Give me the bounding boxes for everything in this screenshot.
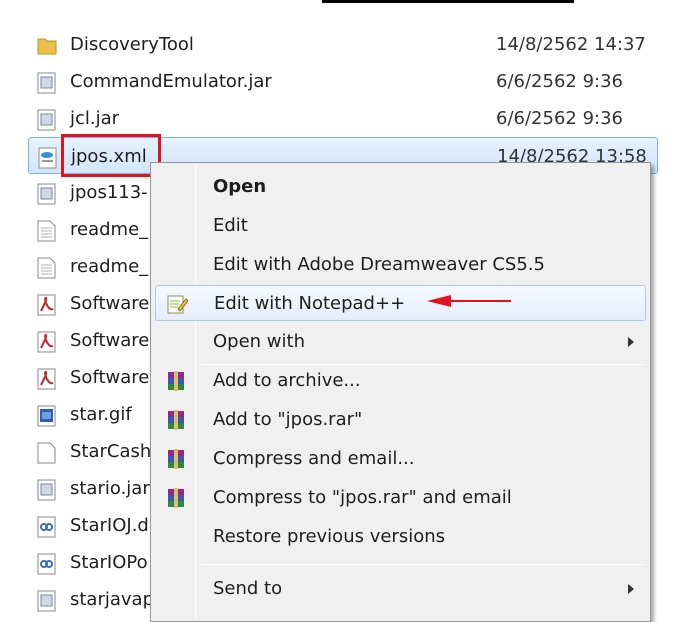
dll-file-icon bbox=[37, 516, 56, 538]
blank-file-icon bbox=[37, 442, 56, 464]
winrar-icon bbox=[168, 410, 184, 430]
text-file-icon bbox=[37, 220, 56, 242]
menu-item-add-to-jpos-rar[interactable]: Add to "jpos.rar" bbox=[155, 402, 646, 438]
submenu-arrow-icon bbox=[628, 337, 634, 347]
file-name: Software bbox=[70, 367, 150, 388]
file-name: StarIOJ.d bbox=[70, 515, 149, 536]
image-file-icon bbox=[37, 405, 56, 427]
menu-item-add-to-archive[interactable]: Add to archive... bbox=[155, 363, 646, 399]
file-date: 6/6/2562 9:36 bbox=[496, 71, 623, 92]
file-name: starjavap bbox=[70, 589, 155, 610]
winrar-icon bbox=[168, 371, 184, 391]
menu-item-open[interactable]: Open bbox=[155, 169, 646, 205]
menu-separator bbox=[201, 564, 646, 565]
menu-item-restore-previous-versions[interactable]: Restore previous versions bbox=[155, 519, 646, 555]
dll-file-icon bbox=[37, 553, 56, 575]
file-name: StarIOPo bbox=[70, 552, 148, 573]
file-row-commandemulator[interactable]: CommandEmulator.jar 6/6/2562 9:36 bbox=[28, 63, 658, 100]
jar-file-icon bbox=[37, 72, 56, 94]
file-name: star.gif bbox=[70, 404, 132, 425]
file-name: DiscoveryTool bbox=[70, 34, 194, 55]
menu-item-open-with[interactable]: Open with bbox=[155, 324, 646, 360]
text-file-icon bbox=[37, 257, 56, 279]
winrar-icon bbox=[168, 488, 184, 508]
menu-item-edit[interactable]: Edit bbox=[155, 208, 646, 244]
context-menu: Open Edit Edit with Adobe Dreamweaver CS… bbox=[150, 162, 651, 622]
pdf-file-icon bbox=[37, 368, 56, 390]
jar-file-icon bbox=[37, 479, 56, 501]
jar-file-icon bbox=[37, 109, 56, 131]
menu-item-compress-and-email[interactable]: Compress and email... bbox=[155, 441, 646, 477]
file-row-jcl[interactable]: jcl.jar 6/6/2562 9:36 bbox=[28, 100, 658, 137]
menu-item-label: Edit with Notepad++ bbox=[214, 293, 406, 314]
file-name: jcl.jar bbox=[70, 108, 120, 129]
menu-item-label: Add to "jpos.rar" bbox=[213, 409, 363, 430]
file-row-discoverytool[interactable]: DiscoveryTool 14/8/2562 14:37 bbox=[28, 26, 658, 63]
jar-file-icon bbox=[37, 590, 56, 612]
menu-item-compress-to-jpos-rar-and-email[interactable]: Compress to "jpos.rar" and email bbox=[155, 480, 646, 516]
file-name: StarCash bbox=[70, 441, 152, 462]
menu-item-label: Add to archive... bbox=[213, 370, 361, 391]
menu-item-label: Compress and email... bbox=[213, 448, 415, 469]
menu-item-label: Restore previous versions bbox=[213, 526, 446, 547]
menu-item-label: Edit with Adobe Dreamweaver CS5.5 bbox=[213, 254, 545, 275]
menu-item-edit-dreamweaver[interactable]: Edit with Adobe Dreamweaver CS5.5 bbox=[155, 247, 646, 283]
file-name: readme_ bbox=[70, 256, 149, 277]
file-name: stario.jar bbox=[70, 478, 150, 499]
file-name: CommandEmulator.jar bbox=[70, 71, 272, 92]
folder-icon bbox=[37, 38, 57, 55]
annotation-arrow-icon bbox=[427, 295, 511, 307]
menu-item-label: Open bbox=[213, 176, 267, 197]
menu-item-label: Send to bbox=[213, 578, 283, 599]
file-name: Software bbox=[70, 293, 150, 314]
menu-item-label: Edit bbox=[213, 215, 248, 236]
jar-file-icon bbox=[37, 183, 56, 205]
menu-item-label: Compress to "jpos.rar" and email bbox=[213, 487, 512, 508]
notepad-plus-plus-icon bbox=[167, 295, 188, 314]
menu-item-send-to[interactable]: Send to bbox=[155, 571, 646, 607]
pdf-file-icon bbox=[37, 294, 56, 316]
submenu-arrow-icon bbox=[628, 584, 634, 594]
pdf-file-icon bbox=[37, 331, 56, 353]
menu-item-edit-notepad-plus-plus[interactable]: Edit with Notepad++ bbox=[155, 285, 646, 321]
menu-item-label: Open with bbox=[213, 331, 305, 352]
file-date: 6/6/2562 9:36 bbox=[496, 108, 623, 129]
annotation-highlight-box bbox=[61, 134, 161, 177]
file-name: jpos113- bbox=[70, 182, 148, 203]
xml-file-icon bbox=[38, 147, 57, 169]
file-date: 14/8/2562 14:37 bbox=[496, 34, 646, 55]
winrar-icon bbox=[168, 449, 184, 469]
file-name: Software bbox=[70, 330, 150, 351]
file-name: readme_ bbox=[70, 219, 149, 240]
